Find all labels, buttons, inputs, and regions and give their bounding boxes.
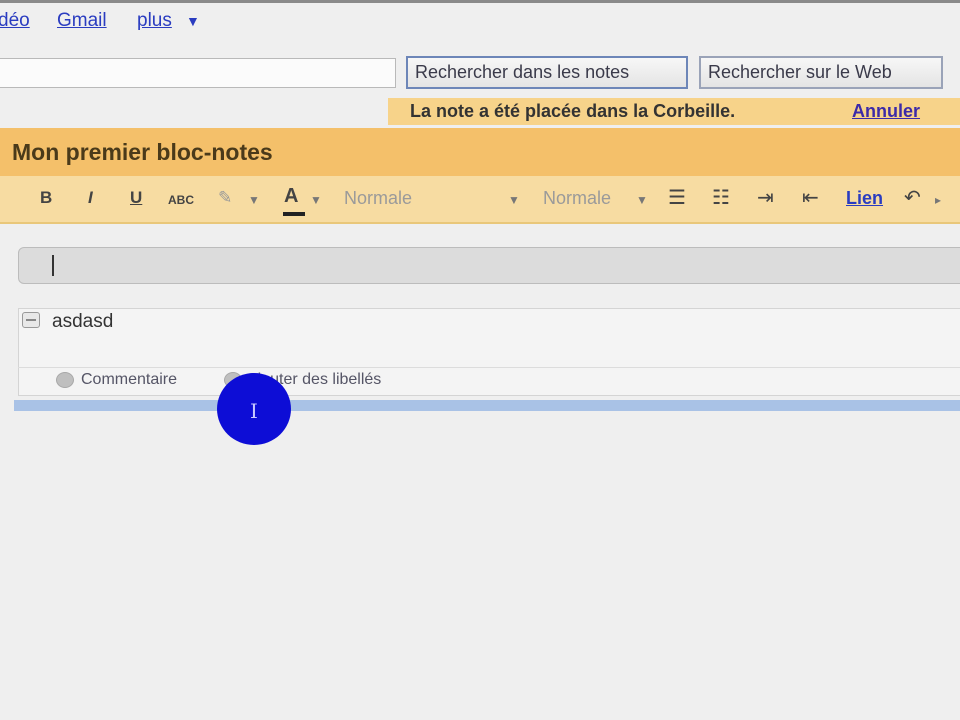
format-toolbar: B I U ABC ✎ ▼ A ▼ Normale ▼ Normale ▼ ☰ … (0, 176, 960, 224)
comment-link[interactable]: Commentaire (81, 371, 177, 389)
text-caret (52, 255, 54, 276)
new-note-input[interactable] (18, 247, 960, 284)
text-color-swatch (283, 212, 305, 216)
text-color-icon[interactable]: A (284, 185, 298, 208)
underline-icon[interactable]: U (130, 188, 142, 208)
font-select[interactable]: Normale (344, 188, 412, 209)
italic-icon[interactable]: I (88, 188, 93, 208)
link-button[interactable]: Lien (846, 188, 883, 209)
chevron-down-icon[interactable]: ▼ (248, 193, 260, 207)
bullet-list-icon[interactable]: ☰ (668, 185, 686, 210)
note-selection-bar (14, 400, 960, 411)
note-text[interactable]: asdasd (52, 311, 113, 333)
ibeam-cursor-icon: I (250, 399, 258, 423)
nav-link-gmail[interactable]: Gmail (57, 10, 107, 32)
notebook-title: Mon premier bloc-notes (12, 139, 273, 165)
notification-message: La note a été placée dans la Corbeille. (410, 101, 736, 121)
strikethrough-icon[interactable]: ABC (168, 193, 194, 207)
nav-link-video[interactable]: déo (0, 10, 30, 32)
chevron-down-icon[interactable]: ▸ (935, 193, 941, 207)
top-border (0, 0, 960, 3)
nav-link-more[interactable]: plus (137, 10, 172, 32)
bold-icon[interactable]: B (40, 188, 52, 208)
comment-icon (56, 372, 74, 388)
collapse-icon[interactable] (22, 312, 40, 328)
chevron-down-icon[interactable]: ▼ (636, 193, 648, 207)
trash-notification: La note a été placée dans la Corbeille. … (388, 98, 960, 125)
undo-link[interactable]: Annuler (852, 98, 920, 125)
chevron-down-icon[interactable]: ▼ (310, 193, 322, 207)
search-input[interactable] (0, 58, 396, 88)
notebook-header: Mon premier bloc-notes (0, 128, 960, 176)
numbered-list-icon[interactable]: ☷ (712, 185, 730, 210)
outdent-icon[interactable]: ⇤ (802, 185, 819, 210)
size-select[interactable]: Normale (543, 188, 611, 209)
chevron-down-icon[interactable]: ▼ (508, 193, 520, 207)
undo-icon[interactable]: ↶ (904, 185, 921, 210)
search-notes-button[interactable]: Rechercher dans les notes (406, 56, 688, 89)
highlight-icon[interactable]: ✎ (218, 188, 232, 208)
chevron-down-icon[interactable]: ▼ (186, 13, 200, 29)
divider (18, 367, 960, 368)
search-web-button[interactable]: Rechercher sur le Web (699, 56, 943, 89)
indent-icon[interactable]: ⇥ (757, 185, 774, 210)
